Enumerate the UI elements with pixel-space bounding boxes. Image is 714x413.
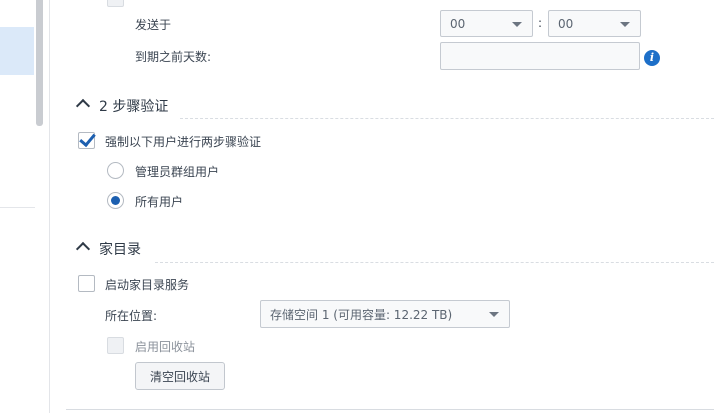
enforce-two-step-label[interactable]: 强制以下用户进行两步骤验证 [105,133,261,150]
two-step-section-title[interactable]: 2 步骤验证 [99,96,168,116]
chevron-down-icon [489,312,499,317]
send-at-label: 发送于 [135,18,172,32]
info-icon[interactable]: i [644,50,660,66]
radio-all-users[interactable] [107,192,124,209]
hour-value: 00 [450,16,466,31]
recycle-bin-checkbox[interactable] [107,337,124,354]
section-divider [155,262,714,263]
chevron-down-icon [620,21,630,27]
sidebar-scrollbar[interactable] [36,0,43,126]
hour-select[interactable]: 00 [440,10,533,37]
footer-divider [66,409,714,410]
days-before-label: 到期之前天数: [135,50,212,64]
home-section-title[interactable]: 家目录 [99,239,141,259]
empty-recycle-button[interactable]: 清空回收站 [135,362,225,390]
top-hidden-checkbox[interactable] [107,0,124,7]
enable-home-checkbox[interactable] [78,275,95,292]
enforce-two-step-checkbox[interactable] [78,129,96,149]
radio-admin-group[interactable] [107,162,124,179]
section-divider [180,118,714,119]
chevron-down-icon [512,21,522,27]
radio-selected-dot [111,196,120,205]
minute-value: 00 [558,16,574,31]
checkmark-icon [79,129,96,148]
collapse-chevron-icon[interactable] [75,241,91,257]
enable-home-label[interactable]: 启动家目录服务 [105,276,189,293]
location-select[interactable]: 存储空间 1 (可用容量: 12.22 TB) [260,300,510,328]
sidebar-divider [0,207,35,208]
radio-all-users-label[interactable]: 所有用户 [135,193,183,210]
location-value: 存储空间 1 (可用容量: 12.22 TB) [270,307,453,322]
recycle-bin-label: 启用回收站 [135,340,196,354]
days-before-input[interactable] [440,42,640,70]
radio-admin-group-label[interactable]: 管理员群组用户 [135,163,219,180]
sidebar-item-selected[interactable] [0,27,34,75]
time-separator: : [538,16,543,30]
location-label: 所在位置: [105,309,158,323]
minute-select[interactable]: 00 [548,10,641,37]
panel-divider [49,0,50,413]
collapse-chevron-icon[interactable] [75,98,91,114]
